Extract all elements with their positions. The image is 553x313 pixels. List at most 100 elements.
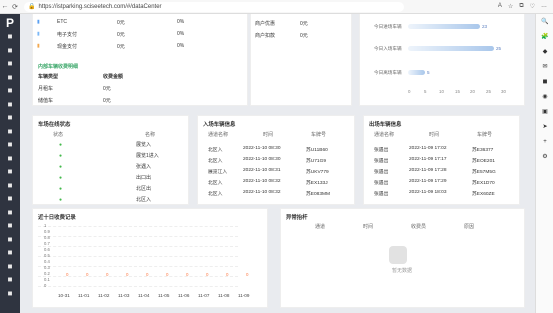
sidebar-item-fees[interactable]: ◼ (0, 84, 20, 98)
merchant-row: 商户优惠 0元 (255, 20, 308, 27)
y-tick: 0.3 (44, 265, 50, 270)
entry-header-plate: 车牌号 (311, 132, 327, 138)
split-icon[interactable]: ⧉ (519, 3, 523, 10)
extension-square-icon[interactable]: ◼ (536, 74, 553, 89)
internal-row-amount: 0元 (103, 86, 111, 92)
onsite-row: ● 张遇入 (59, 163, 151, 171)
sidebar-item-settings[interactable]: ◼ (0, 111, 20, 125)
x-tick: 30 (501, 89, 506, 94)
x-axis-label: 11-06 (178, 293, 190, 298)
revenue-point: 0 (186, 272, 189, 277)
extension-mail-icon[interactable]: ✉ (536, 59, 553, 74)
entry-time: 2022-11-10 08:30 (243, 146, 281, 151)
x-tick: 0 (408, 89, 411, 94)
entry-row: 北区入 2022-11-10 08:30 苏U71G9 (208, 157, 326, 164)
exit-time: 2022-11-09 17:02 (409, 146, 447, 151)
x-tick: 20 (470, 89, 475, 94)
online-icon: ● (59, 196, 63, 203)
entry-title: 入场车辆信息 (203, 122, 236, 128)
extension-circle-icon[interactable]: ◉ (536, 89, 553, 104)
y-tick: 0.6 (44, 247, 50, 252)
internal-header-amount: 收费金额 (103, 74, 124, 80)
more-icon[interactable]: … (541, 3, 547, 10)
url-text: https://istparking.sciseetech.com/#/data… (38, 3, 162, 10)
x-axis-label: 11-03 (118, 293, 130, 298)
entry-channel: 北区入 (208, 181, 223, 186)
sidebar-item-alerts[interactable]: ◼ (0, 179, 20, 193)
name-header: 名称 (145, 132, 156, 138)
x-axis-label: 11-01 (78, 293, 90, 298)
bar-label-today-entries: 今日入场车辆 (374, 46, 402, 51)
exit-vehicles-card: 出场车辆信息 通道名称 时间 车牌号 张遇出 2022-11-09 17:02 苏E… (363, 115, 520, 205)
sidebar-item-logout[interactable]: ◼ (0, 287, 20, 301)
sidebar-item-home[interactable]: ◼ (0, 30, 20, 44)
sidebar-item-location[interactable]: ◼ (0, 206, 20, 220)
sidebar-item-stats[interactable]: ◼ (0, 246, 20, 260)
sidebar-item-devices[interactable]: ◼ (0, 165, 20, 179)
y-tick: 0 (44, 283, 47, 288)
entry-row: 北区入 2022-11-10 08:30 苏U11B60 (208, 146, 328, 153)
x-tick: 25 (486, 89, 491, 94)
browser-toolbar: ← ⟳ 🔒 https://istparking.sciseetech.com/#… (0, 0, 553, 14)
sidebar-item-parking[interactable]: ◼ (0, 44, 20, 58)
bar-value-today-exits: 5 (427, 70, 430, 75)
exit-row: 张遇出 2022-11-09 17:17 苏EOE201 (374, 157, 495, 164)
exit-row: 张遇出 2022-11-09 17:28 苏E57M5G (374, 168, 496, 175)
sidebar-item-profile[interactable]: ◼ (0, 219, 20, 233)
revenue-point: 0 (246, 272, 249, 277)
etc-amount: 0元 (117, 19, 125, 26)
sidebar-item-calendar[interactable]: ◼ (0, 233, 20, 247)
merchant-discount-label: 商户优惠 (255, 21, 276, 27)
back-icon[interactable]: ← (0, 3, 10, 10)
bar-label-today-in-park: 今日进场车辆 (374, 24, 402, 29)
bar-label-today-exits: 今日离场车辆 (374, 70, 402, 75)
bar-today-in-park (408, 24, 480, 29)
sidebar-item-records[interactable]: ◼ (0, 71, 20, 85)
merchant-deduct-value: 0元 (300, 33, 308, 39)
sidebar-item-help[interactable]: ◼ (0, 192, 20, 206)
sidebar-item-monitor[interactable]: ◼ (0, 138, 20, 152)
exit-channel: 张遇出 (374, 159, 389, 164)
revenue-point: 0 (166, 272, 169, 277)
extension-add-icon[interactable]: + (536, 134, 553, 149)
exit-header-channel: 通道名称 (374, 132, 395, 138)
x-axis-label: 11-08 (218, 293, 230, 298)
favorite-icon[interactable]: ☆ (508, 3, 513, 10)
sidebar-item-reports[interactable]: ◼ (0, 125, 20, 139)
read-aloud-icon[interactable]: A (498, 3, 502, 10)
entry-channel: 北区入 (208, 192, 223, 197)
onsite-status-card: 车场在线状态 状态 名称 ● 展览入 ● 展览1进入 ● 张遇入 ● 出口出 ● 北区出 … (32, 115, 189, 205)
entry-plate: 苏EX133J (306, 181, 328, 186)
exit-plate: 苏E57M5G (472, 170, 496, 175)
entry-plate: 苏UKV779 (306, 170, 329, 175)
address-bar[interactable]: 🔒 https://istparking.sciseetech.com/#/dat… (24, 1, 404, 12)
extension-box-icon[interactable]: ▣ (536, 104, 553, 119)
exit-channel: 张遇出 (374, 170, 389, 175)
sidebar-item-logs[interactable]: ◼ (0, 152, 20, 166)
abnormal-header-reason: 原因 (464, 224, 475, 230)
entry-plate: 苏U11B60 (306, 148, 328, 153)
heart-icon[interactable]: ♡ (530, 3, 535, 10)
onsite-row: ● 展览入 (59, 141, 151, 149)
sidebar-item-exit[interactable]: ◼ (0, 273, 20, 287)
entry-channel: 展览江入 (208, 170, 228, 175)
extension-puzzle-icon[interactable]: 🧩 (536, 29, 553, 44)
onsite-row: ● 北区出 (59, 185, 151, 193)
sidebar-item-gate[interactable]: ◼ (0, 260, 20, 274)
cash-amount: 0元 (117, 43, 125, 50)
sidebar-item-vehicles[interactable]: ◼ (0, 57, 20, 71)
extension-settings-icon[interactable]: ⚙ (536, 149, 553, 164)
extension-diamond-icon[interactable]: ◆ (536, 44, 553, 59)
extension-search-icon[interactable]: 🔍 (536, 14, 553, 29)
onsite-row: ● 北区入 (59, 196, 151, 204)
x-axis-label: 11-04 (138, 293, 150, 298)
revenue-gridline (38, 256, 238, 257)
reload-icon[interactable]: ⟳ (10, 3, 20, 11)
extension-send-icon[interactable]: ➤ (536, 119, 553, 134)
internal-row-amount: 0元 (103, 98, 111, 104)
exit-header: 通道名称 时间 车牌号 (374, 131, 492, 138)
payment-summary-card: ▮ ETC 0元 0% ▮ 电子支付 0元 0% ▮ 现金支付 0元 0% 内部… (32, 14, 248, 106)
revenue-point: 0 (126, 272, 129, 277)
exit-plate: 苏EOE201 (472, 159, 495, 164)
sidebar-item-users[interactable]: ◼ (0, 98, 20, 112)
